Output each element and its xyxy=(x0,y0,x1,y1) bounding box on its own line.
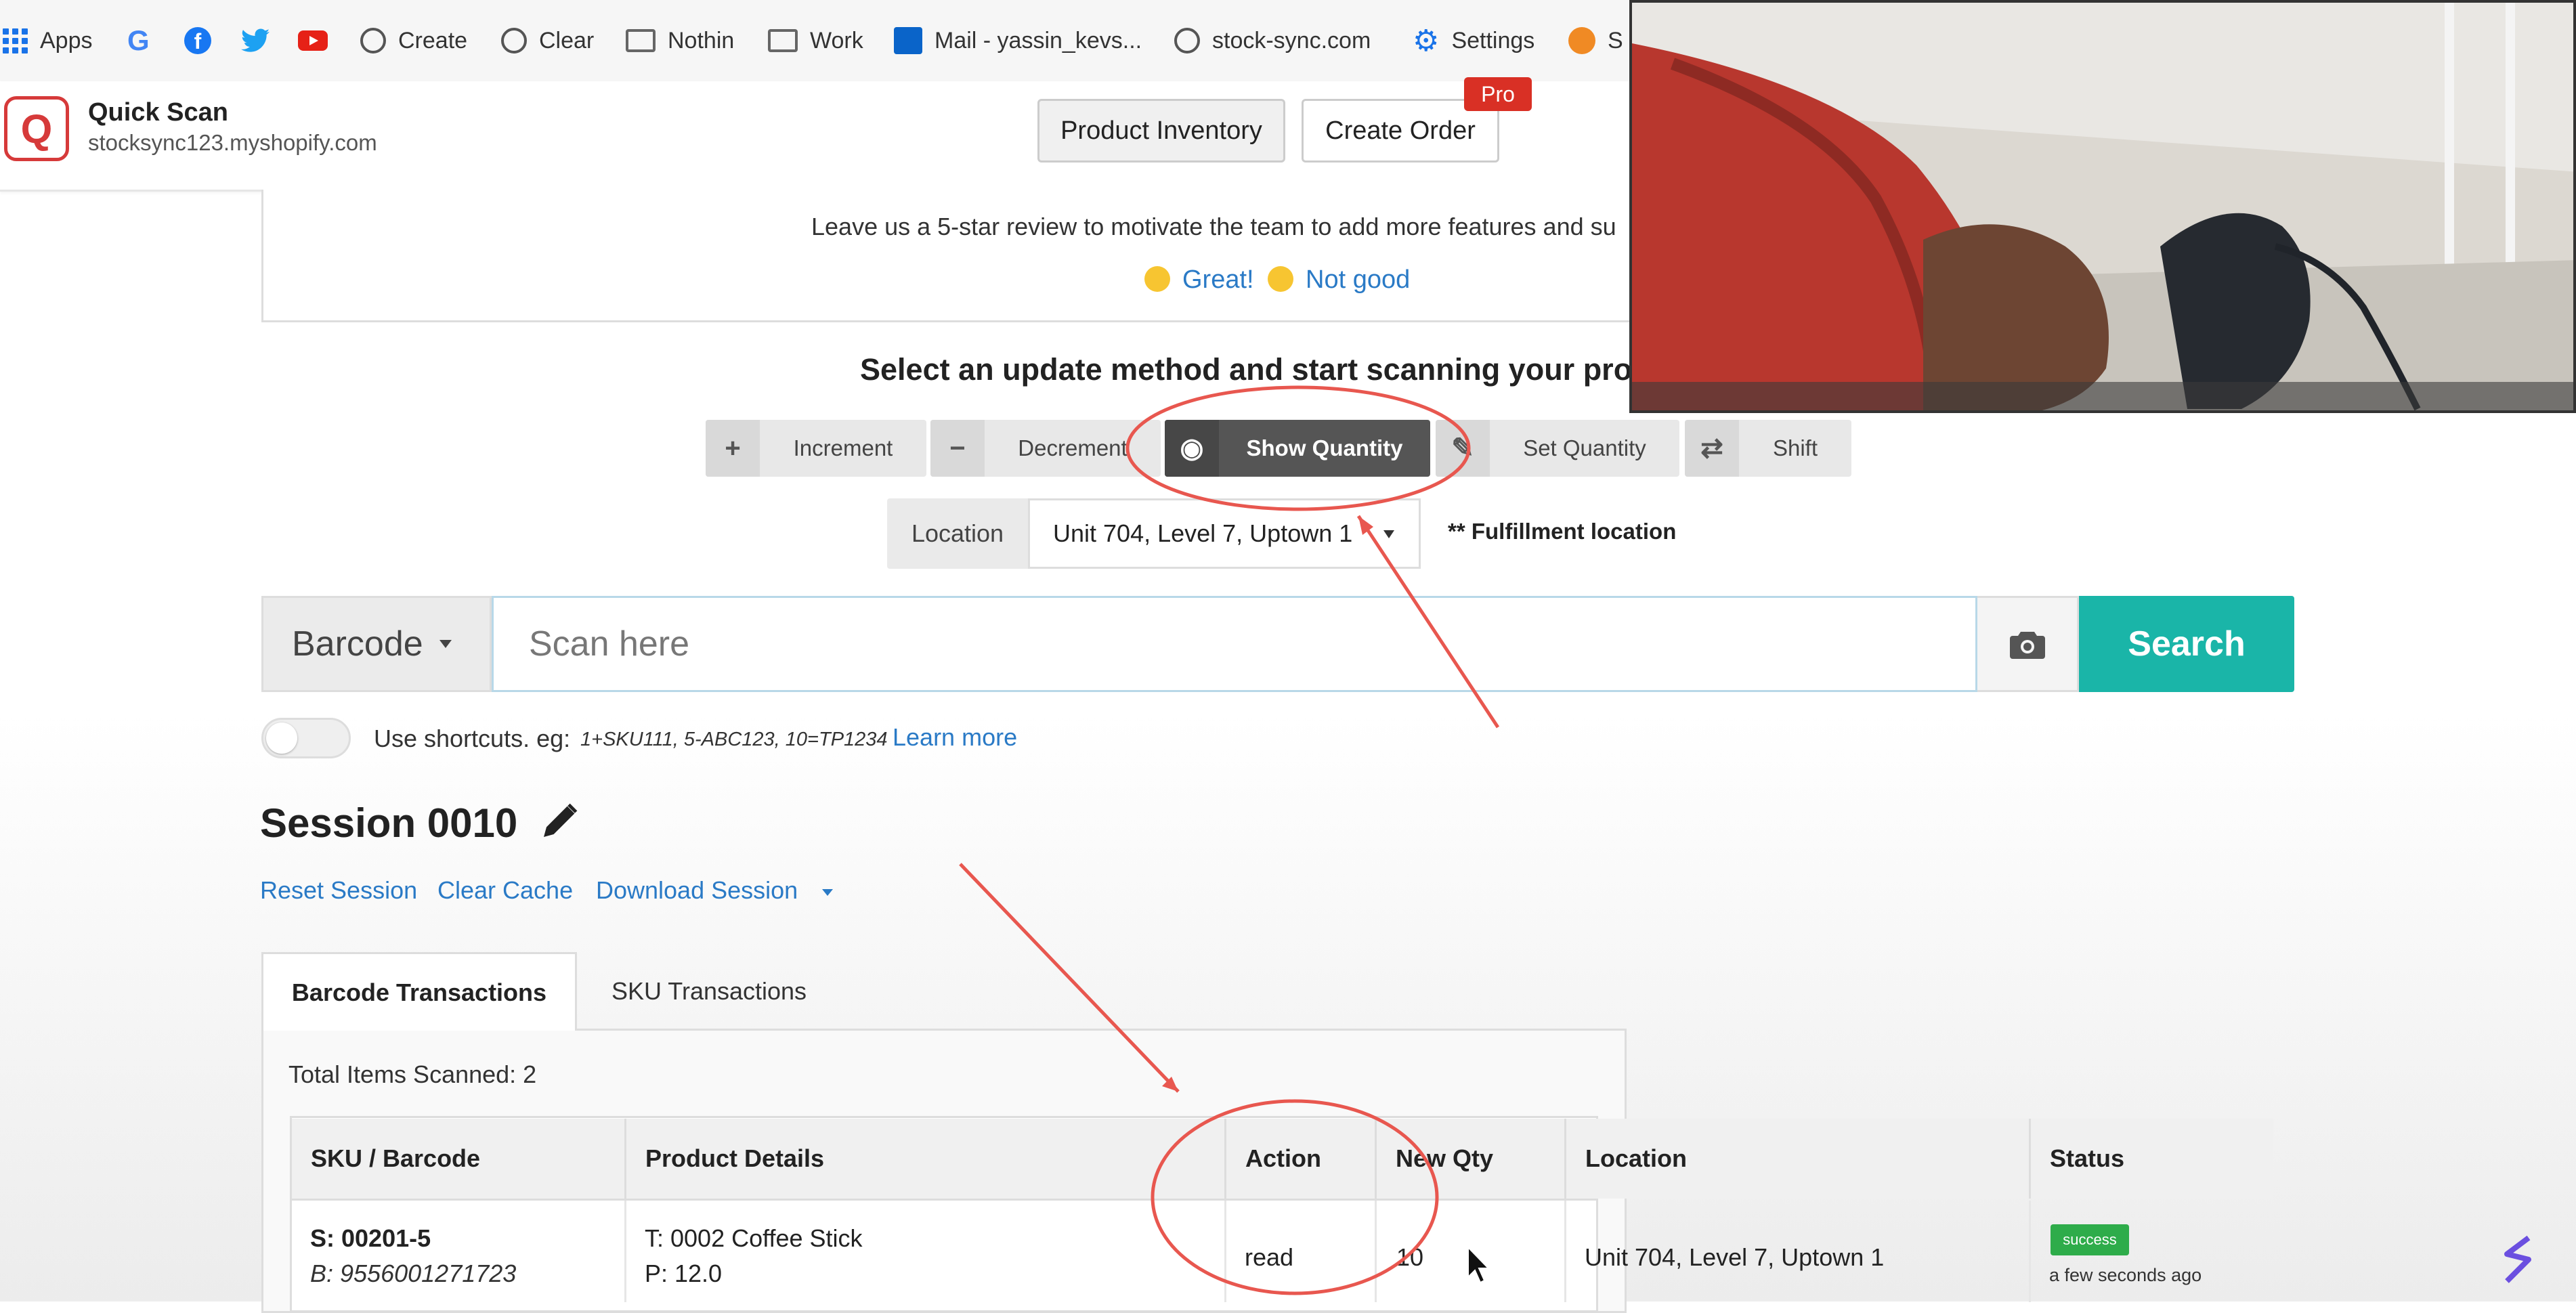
row-sku: S: 00201-5 xyxy=(310,1224,431,1252)
camera-icon xyxy=(2009,632,2045,659)
bookmark-google[interactable]: G xyxy=(127,19,150,62)
scan-input[interactable] xyxy=(492,596,1977,692)
table-header-divider xyxy=(290,1199,1598,1201)
heart-eyes-emoji-icon xyxy=(1144,266,1170,292)
fulfillment-location-note: ** Fulfillment location xyxy=(1448,519,1677,544)
shortcuts-label: Use shortcuts. eg: xyxy=(374,725,571,752)
session-title: Session 0010 xyxy=(260,799,582,846)
download-session-link[interactable]: Download Session xyxy=(596,876,834,905)
great-link[interactable]: Great! xyxy=(1144,265,1254,295)
column-header-product-details: Product Details xyxy=(626,1119,1226,1199)
bookmark-create[interactable]: Create xyxy=(360,19,467,62)
status-badge: success xyxy=(2051,1224,2129,1255)
quick-scan-logo: Q xyxy=(4,96,69,161)
decrement-button[interactable]: − Decrement xyxy=(930,420,1161,477)
webcam-video-frame xyxy=(1632,3,2573,410)
barcode-type-dropdown[interactable]: Barcode xyxy=(261,596,492,692)
learn-more-link[interactable]: Learn more xyxy=(893,723,1017,752)
eye-icon: ◉ xyxy=(1165,420,1219,477)
toggle-knob xyxy=(266,723,297,754)
total-items-scanned: Total Items Scanned: 2 xyxy=(288,1060,537,1088)
column-header-location: Location xyxy=(1566,1119,2031,1199)
product-inventory-button[interactable]: Product Inventory xyxy=(1037,99,1285,163)
column-header-sku: SKU / Barcode xyxy=(292,1119,626,1199)
camera-button[interactable] xyxy=(1977,596,2079,692)
column-header-action: Action xyxy=(1226,1119,1377,1199)
shop-domain: stocksync123.myshopify.com xyxy=(88,130,377,155)
bookmark-work[interactable]: Work xyxy=(768,19,863,62)
column-header-status: Status xyxy=(2031,1119,2273,1199)
webcam-overlay xyxy=(1629,0,2576,413)
pro-badge: Pro xyxy=(1464,77,1532,111)
update-method-heading: Select an update method and start scanni… xyxy=(860,352,1633,387)
swap-arrows-icon: ⇄ xyxy=(1685,420,1739,477)
bookmark-facebook[interactable]: f xyxy=(184,19,223,62)
set-quantity-button[interactable]: ✎ Set Quantity xyxy=(1436,420,1679,477)
bookmark-clear[interactable]: Clear xyxy=(501,19,594,62)
outlook-icon xyxy=(894,27,922,54)
youtube-icon xyxy=(298,30,328,51)
shortcuts-example: 1+SKU111, 5-ABC123, 10=TP1234 xyxy=(580,729,888,750)
column-divider xyxy=(1375,1201,1377,1302)
column-divider xyxy=(1224,1201,1226,1302)
column-header-new-qty: New Qty xyxy=(1377,1119,1566,1199)
twitter-icon xyxy=(241,28,270,52)
bookmark-twitter[interactable] xyxy=(241,19,270,62)
location-label: Location xyxy=(887,498,1028,569)
column-divider xyxy=(2029,1201,2031,1302)
row-product-price: P: 12.0 xyxy=(645,1260,723,1287)
bookmark-youtube[interactable] xyxy=(298,19,328,62)
bookmark-stock-sync[interactable]: stock-sync.com xyxy=(1174,19,1371,62)
caret-down-icon xyxy=(822,889,834,896)
row-action: read xyxy=(1245,1243,1294,1271)
minus-icon: − xyxy=(930,420,985,477)
location-select[interactable]: Unit 704, Level 7, Uptown 1 xyxy=(1028,498,1421,569)
globe-icon xyxy=(501,28,527,53)
globe-icon xyxy=(360,28,386,53)
clear-cache-link[interactable]: Clear Cache xyxy=(437,876,573,905)
increment-button[interactable]: + Increment xyxy=(706,420,926,477)
sad-emoji-icon xyxy=(1268,266,1293,292)
edit-icon: ✎ xyxy=(1436,420,1490,477)
review-banner xyxy=(261,190,1643,322)
bookmark-mail[interactable]: Mail - yassin_kevs... xyxy=(894,19,1142,62)
folder-icon xyxy=(768,29,798,52)
search-button[interactable]: Search xyxy=(2079,596,2294,692)
shift-button[interactable]: ⇄ Shift xyxy=(1685,420,1851,477)
app-title: Quick Scan xyxy=(88,98,228,127)
gear-icon: ⚙ xyxy=(1413,24,1440,58)
globe-icon xyxy=(1174,28,1200,53)
reset-session-link[interactable]: Reset Session xyxy=(260,876,417,905)
stock-sync-brand-icon xyxy=(2504,1235,2531,1283)
bookmark-nothin[interactable]: Nothin xyxy=(626,19,734,62)
caret-down-icon xyxy=(1383,530,1394,538)
tab-barcode-transactions[interactable]: Barcode Transactions xyxy=(261,952,577,1031)
show-quantity-button[interactable]: ◉ Show Quantity xyxy=(1165,420,1430,477)
status-time: a few seconds ago xyxy=(2049,1265,2202,1285)
pencil-icon[interactable] xyxy=(538,799,582,842)
google-icon: G xyxy=(127,24,150,56)
plus-icon: + xyxy=(706,420,760,477)
review-message: Leave us a 5-star review to motivate the… xyxy=(811,213,1616,240)
bookmark-s[interactable]: S xyxy=(1568,19,1623,62)
tab-sku-transactions[interactable]: SKU Transactions xyxy=(577,952,841,1031)
caret-down-icon xyxy=(439,640,452,648)
not-good-link[interactable]: Not good xyxy=(1268,265,1410,295)
bookmark-apps[interactable]: Apps xyxy=(3,19,93,62)
apps-grid-icon xyxy=(3,28,28,53)
row-product-title: T: 0002 Coffee Stick xyxy=(645,1224,863,1252)
shortcuts-toggle[interactable] xyxy=(261,718,351,758)
column-divider xyxy=(1564,1201,1566,1302)
row-new-qty: 10 xyxy=(1396,1243,1424,1271)
row-location: Unit 704, Level 7, Uptown 1 xyxy=(1585,1243,1885,1271)
orange-circle-icon xyxy=(1568,27,1595,54)
bookmark-settings[interactable]: ⚙ Settings xyxy=(1413,19,1534,62)
facebook-icon: f xyxy=(184,27,211,54)
row-barcode: B: 9556001271723 xyxy=(310,1260,517,1287)
column-divider xyxy=(624,1201,626,1302)
folder-icon xyxy=(626,29,656,52)
